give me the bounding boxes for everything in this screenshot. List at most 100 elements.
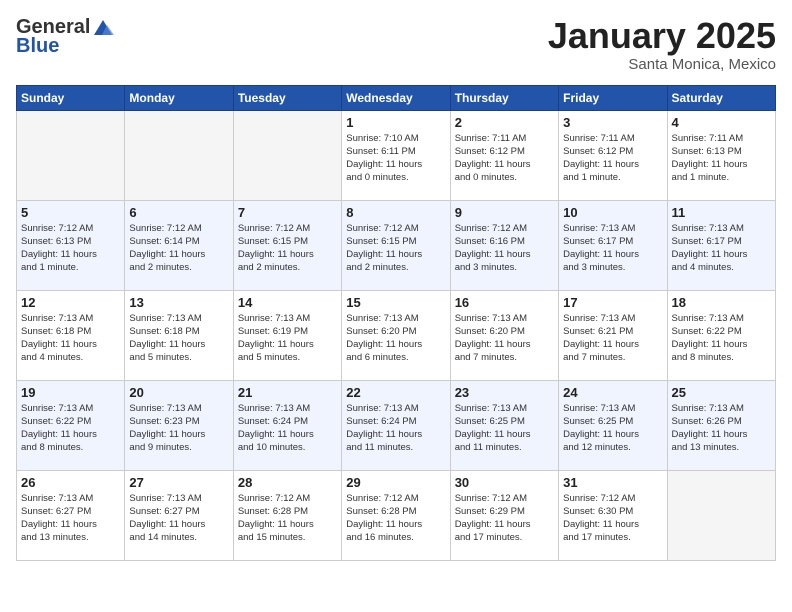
day-info: Sunrise: 7:12 AM Sunset: 6:15 PM Dayligh… bbox=[346, 222, 445, 275]
calendar-cell: 18Sunrise: 7:13 AM Sunset: 6:22 PM Dayli… bbox=[667, 290, 775, 380]
calendar-cell: 6Sunrise: 7:12 AM Sunset: 6:14 PM Daylig… bbox=[125, 200, 233, 290]
weekday-header-thursday: Thursday bbox=[450, 85, 558, 110]
logo: General Blue bbox=[16, 16, 114, 58]
day-number: 12 bbox=[21, 295, 120, 310]
calendar-cell: 26Sunrise: 7:13 AM Sunset: 6:27 PM Dayli… bbox=[17, 470, 125, 560]
day-info: Sunrise: 7:13 AM Sunset: 6:20 PM Dayligh… bbox=[346, 312, 445, 365]
weekday-header-tuesday: Tuesday bbox=[233, 85, 341, 110]
day-info: Sunrise: 7:12 AM Sunset: 6:13 PM Dayligh… bbox=[21, 222, 120, 275]
day-info: Sunrise: 7:11 AM Sunset: 6:12 PM Dayligh… bbox=[455, 132, 554, 185]
week-row-2: 5 Sunrise: 7:12 AM Sunset: 6:13 PM Daylig… bbox=[17, 200, 776, 290]
week-row-5: 26Sunrise: 7:13 AM Sunset: 6:27 PM Dayli… bbox=[17, 470, 776, 560]
day-info: Sunrise: 7:12 AM Sunset: 6:16 PM Dayligh… bbox=[455, 222, 554, 275]
day-number: 22 bbox=[346, 385, 445, 400]
day-number: 16 bbox=[455, 295, 554, 310]
calendar-cell: 25 Sunrise: 7:13 AM Sunset: 6:26 PM Dayli… bbox=[667, 380, 775, 470]
day-info: Sunrise: 7:13 AM Sunset: 6:25 PM Dayligh… bbox=[455, 402, 554, 455]
calendar-cell: 3Sunrise: 7:11 AM Sunset: 6:12 PM Daylig… bbox=[559, 110, 667, 200]
day-info: Sunrise: 7:13 AM Sunset: 6:25 PM Dayligh… bbox=[563, 402, 662, 455]
day-number: 1 bbox=[346, 115, 445, 130]
calendar-cell: 20 Sunrise: 7:13 AM Sunset: 6:23 PM Dayli… bbox=[125, 380, 233, 470]
weekday-header-row: SundayMondayTuesdayWednesdayThursdayFrid… bbox=[17, 85, 776, 110]
title-block: January 2025 Santa Monica, Mexico bbox=[548, 16, 776, 73]
calendar-cell: 9 Sunrise: 7:12 AM Sunset: 6:16 PM Daylig… bbox=[450, 200, 558, 290]
day-number: 14 bbox=[238, 295, 337, 310]
calendar-cell: 11 Sunrise: 7:13 AM Sunset: 6:17 PM Dayli… bbox=[667, 200, 775, 290]
weekday-header-sunday: Sunday bbox=[17, 85, 125, 110]
day-number: 3 bbox=[563, 115, 662, 130]
day-number: 27 bbox=[129, 475, 228, 490]
calendar-cell: 10Sunrise: 7:13 AM Sunset: 6:17 PM Dayli… bbox=[559, 200, 667, 290]
day-info: Sunrise: 7:10 AM Sunset: 6:11 PM Dayligh… bbox=[346, 132, 445, 185]
day-number: 11 bbox=[672, 205, 771, 220]
day-number: 19 bbox=[21, 385, 120, 400]
day-info: Sunrise: 7:13 AM Sunset: 6:17 PM Dayligh… bbox=[672, 222, 771, 275]
day-number: 9 bbox=[455, 205, 554, 220]
calendar-cell: 4 Sunrise: 7:11 AM Sunset: 6:13 PM Daylig… bbox=[667, 110, 775, 200]
calendar-cell: 8 Sunrise: 7:12 AM Sunset: 6:15 PM Daylig… bbox=[342, 200, 450, 290]
calendar-cell: 14 Sunrise: 7:13 AM Sunset: 6:19 PM Dayli… bbox=[233, 290, 341, 380]
calendar-cell: 17 Sunrise: 7:13 AM Sunset: 6:21 PM Dayli… bbox=[559, 290, 667, 380]
day-info: Sunrise: 7:13 AM Sunset: 6:22 PM Dayligh… bbox=[21, 402, 120, 455]
calendar-cell: 24Sunrise: 7:13 AM Sunset: 6:25 PM Dayli… bbox=[559, 380, 667, 470]
day-info: Sunrise: 7:13 AM Sunset: 6:23 PM Dayligh… bbox=[129, 402, 228, 455]
calendar-cell: 7 Sunrise: 7:12 AM Sunset: 6:15 PM Daylig… bbox=[233, 200, 341, 290]
day-info: Sunrise: 7:12 AM Sunset: 6:15 PM Dayligh… bbox=[238, 222, 337, 275]
day-number: 5 bbox=[21, 205, 120, 220]
week-row-4: 19 Sunrise: 7:13 AM Sunset: 6:22 PM Dayli… bbox=[17, 380, 776, 470]
day-info: Sunrise: 7:13 AM Sunset: 6:27 PM Dayligh… bbox=[21, 492, 120, 545]
day-number: 21 bbox=[238, 385, 337, 400]
day-number: 8 bbox=[346, 205, 445, 220]
day-info: Sunrise: 7:13 AM Sunset: 6:21 PM Dayligh… bbox=[563, 312, 662, 365]
day-number: 15 bbox=[346, 295, 445, 310]
day-info: Sunrise: 7:13 AM Sunset: 6:17 PM Dayligh… bbox=[563, 222, 662, 275]
calendar-cell: 1 Sunrise: 7:10 AM Sunset: 6:11 PM Daylig… bbox=[342, 110, 450, 200]
day-info: Sunrise: 7:13 AM Sunset: 6:24 PM Dayligh… bbox=[346, 402, 445, 455]
calendar-cell: 5 Sunrise: 7:12 AM Sunset: 6:13 PM Daylig… bbox=[17, 200, 125, 290]
day-info: Sunrise: 7:12 AM Sunset: 6:29 PM Dayligh… bbox=[455, 492, 554, 545]
day-info: Sunrise: 7:13 AM Sunset: 6:18 PM Dayligh… bbox=[21, 312, 120, 365]
day-number: 2 bbox=[455, 115, 554, 130]
calendar-cell: 22 Sunrise: 7:13 AM Sunset: 6:24 PM Dayli… bbox=[342, 380, 450, 470]
day-info: Sunrise: 7:13 AM Sunset: 6:19 PM Dayligh… bbox=[238, 312, 337, 365]
calendar-cell bbox=[125, 110, 233, 200]
location: Santa Monica, Mexico bbox=[548, 56, 776, 73]
day-number: 4 bbox=[672, 115, 771, 130]
day-number: 7 bbox=[238, 205, 337, 220]
week-row-1: 1 Sunrise: 7:10 AM Sunset: 6:11 PM Daylig… bbox=[17, 110, 776, 200]
day-info: Sunrise: 7:12 AM Sunset: 6:30 PM Dayligh… bbox=[563, 492, 662, 545]
calendar-cell: 19 Sunrise: 7:13 AM Sunset: 6:22 PM Dayli… bbox=[17, 380, 125, 470]
day-number: 31 bbox=[563, 475, 662, 490]
calendar-cell bbox=[667, 470, 775, 560]
logo-icon bbox=[92, 17, 114, 39]
calendar-cell: 27Sunrise: 7:13 AM Sunset: 6:27 PM Dayli… bbox=[125, 470, 233, 560]
calendar-cell: 16 Sunrise: 7:13 AM Sunset: 6:20 PM Dayli… bbox=[450, 290, 558, 380]
weekday-header-wednesday: Wednesday bbox=[342, 85, 450, 110]
day-info: Sunrise: 7:13 AM Sunset: 6:20 PM Dayligh… bbox=[455, 312, 554, 365]
calendar-cell bbox=[233, 110, 341, 200]
calendar-table: SundayMondayTuesdayWednesdayThursdayFrid… bbox=[16, 85, 776, 561]
calendar-cell: 28Sunrise: 7:12 AM Sunset: 6:28 PM Dayli… bbox=[233, 470, 341, 560]
day-number: 29 bbox=[346, 475, 445, 490]
weekday-header-monday: Monday bbox=[125, 85, 233, 110]
calendar-cell: 2 Sunrise: 7:11 AM Sunset: 6:12 PM Daylig… bbox=[450, 110, 558, 200]
day-info: Sunrise: 7:13 AM Sunset: 6:26 PM Dayligh… bbox=[672, 402, 771, 455]
calendar-cell: 23Sunrise: 7:13 AM Sunset: 6:25 PM Dayli… bbox=[450, 380, 558, 470]
calendar-cell: 31 Sunrise: 7:12 AM Sunset: 6:30 PM Dayli… bbox=[559, 470, 667, 560]
calendar-cell: 21 Sunrise: 7:13 AM Sunset: 6:24 PM Dayli… bbox=[233, 380, 341, 470]
day-info: Sunrise: 7:12 AM Sunset: 6:28 PM Dayligh… bbox=[238, 492, 337, 545]
day-info: Sunrise: 7:11 AM Sunset: 6:13 PM Dayligh… bbox=[672, 132, 771, 185]
calendar-cell: 13Sunrise: 7:13 AM Sunset: 6:18 PM Dayli… bbox=[125, 290, 233, 380]
month-title: January 2025 bbox=[548, 16, 776, 56]
logo-blue-text: Blue bbox=[16, 35, 59, 58]
day-number: 20 bbox=[129, 385, 228, 400]
day-number: 18 bbox=[672, 295, 771, 310]
page-header: General Blue January 2025 Santa Monica, … bbox=[16, 16, 776, 73]
week-row-3: 12 Sunrise: 7:13 AM Sunset: 6:18 PM Dayli… bbox=[17, 290, 776, 380]
day-info: Sunrise: 7:13 AM Sunset: 6:24 PM Dayligh… bbox=[238, 402, 337, 455]
day-number: 17 bbox=[563, 295, 662, 310]
calendar-cell: 12 Sunrise: 7:13 AM Sunset: 6:18 PM Dayli… bbox=[17, 290, 125, 380]
calendar-cell: 30 Sunrise: 7:12 AM Sunset: 6:29 PM Dayli… bbox=[450, 470, 558, 560]
day-number: 25 bbox=[672, 385, 771, 400]
day-number: 30 bbox=[455, 475, 554, 490]
